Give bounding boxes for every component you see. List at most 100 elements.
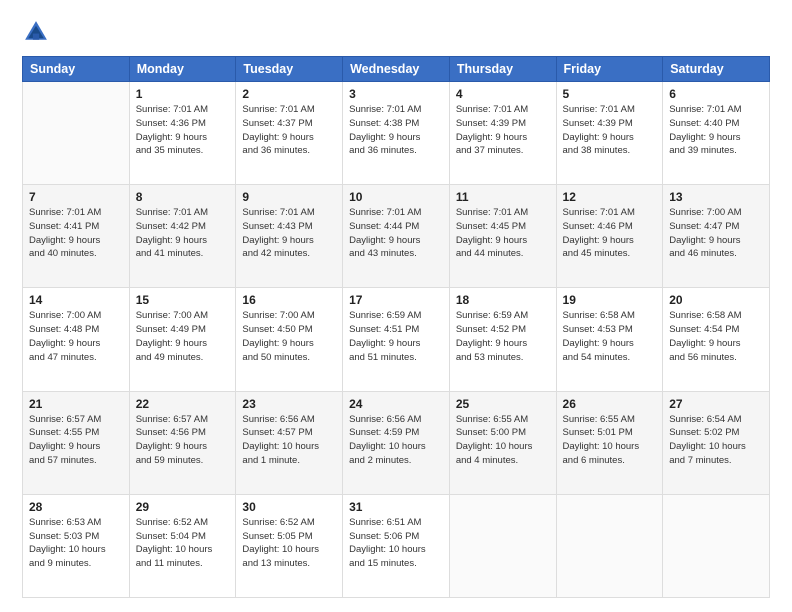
day-number: 2 [242, 87, 336, 101]
calendar-cell: 28 Sunrise: 6:53 AMSunset: 5:03 PMDayligh… [23, 494, 130, 597]
calendar-cell: 15 Sunrise: 7:00 AMSunset: 4:49 PMDayligh… [129, 288, 236, 391]
day-info: Sunrise: 6:56 AMSunset: 4:57 PMDaylight:… [242, 413, 336, 468]
day-number: 10 [349, 190, 443, 204]
weekday-header-sunday: Sunday [23, 57, 130, 82]
day-info: Sunrise: 6:57 AMSunset: 4:55 PMDaylight:… [29, 413, 123, 468]
calendar-cell: 19 Sunrise: 6:58 AMSunset: 4:53 PMDayligh… [556, 288, 663, 391]
calendar-week-4: 21 Sunrise: 6:57 AMSunset: 4:55 PMDayligh… [23, 391, 770, 494]
day-info: Sunrise: 6:51 AMSunset: 5:06 PMDaylight:… [349, 516, 443, 571]
calendar-cell: 22Sunrise: 6:57 AMSunset: 4:56 PMDayligh… [129, 391, 236, 494]
day-info: Sunrise: 7:01 AMSunset: 4:45 PMDaylight:… [456, 206, 550, 261]
day-info: Sunrise: 6:58 AMSunset: 4:54 PMDaylight:… [669, 309, 763, 364]
day-number: 30 [242, 500, 336, 514]
day-info: Sunrise: 7:01 AMSunset: 4:38 PMDaylight:… [349, 103, 443, 158]
day-number: 26 [563, 397, 657, 411]
day-info: Sunrise: 7:01 AMSunset: 4:42 PMDaylight:… [136, 206, 230, 261]
day-info: Sunrise: 6:59 AMSunset: 4:52 PMDaylight:… [456, 309, 550, 364]
day-info: Sunrise: 6:55 AMSunset: 5:00 PMDaylight:… [456, 413, 550, 468]
weekday-header-thursday: Thursday [449, 57, 556, 82]
calendar-table: SundayMondayTuesdayWednesdayThursdayFrid… [22, 56, 770, 598]
page: SundayMondayTuesdayWednesdayThursdayFrid… [0, 0, 792, 612]
day-number: 18 [456, 293, 550, 307]
day-number: 13 [669, 190, 763, 204]
day-info: Sunrise: 6:56 AMSunset: 4:59 PMDaylight:… [349, 413, 443, 468]
day-number: 15 [136, 293, 230, 307]
calendar-cell: 13Sunrise: 7:00 AMSunset: 4:47 PMDayligh… [663, 185, 770, 288]
day-info: Sunrise: 7:01 AMSunset: 4:40 PMDaylight:… [669, 103, 763, 158]
calendar-cell: 11 Sunrise: 7:01 AMSunset: 4:45 PMDayligh… [449, 185, 556, 288]
day-number: 19 [563, 293, 657, 307]
day-number: 23 [242, 397, 336, 411]
day-number: 28 [29, 500, 123, 514]
day-info: Sunrise: 7:01 AMSunset: 4:39 PMDaylight:… [563, 103, 657, 158]
day-info: Sunrise: 6:54 AMSunset: 5:02 PMDaylight:… [669, 413, 763, 468]
calendar-cell: 10 Sunrise: 7:01 AMSunset: 4:44 PMDayligh… [343, 185, 450, 288]
calendar-cell: 6 Sunrise: 7:01 AMSunset: 4:40 PMDaylight… [663, 82, 770, 185]
logo-icon [22, 18, 50, 46]
day-info: Sunrise: 7:01 AMSunset: 4:44 PMDaylight:… [349, 206, 443, 261]
day-number: 27 [669, 397, 763, 411]
day-number: 5 [563, 87, 657, 101]
day-number: 21 [29, 397, 123, 411]
day-number: 31 [349, 500, 443, 514]
calendar-cell: 1 Sunrise: 7:01 AMSunset: 4:36 PMDaylight… [129, 82, 236, 185]
calendar-cell: 12 Sunrise: 7:01 AMSunset: 4:46 PMDayligh… [556, 185, 663, 288]
calendar-week-2: 7 Sunrise: 7:01 AMSunset: 4:41 PMDaylight… [23, 185, 770, 288]
calendar-cell: 23 Sunrise: 6:56 AMSunset: 4:57 PMDayligh… [236, 391, 343, 494]
day-info: Sunrise: 7:01 AMSunset: 4:37 PMDaylight:… [242, 103, 336, 158]
day-number: 12 [563, 190, 657, 204]
day-number: 29 [136, 500, 230, 514]
calendar-cell [23, 82, 130, 185]
calendar-cell: 27 Sunrise: 6:54 AMSunset: 5:02 PMDayligh… [663, 391, 770, 494]
day-info: Sunrise: 7:01 AMSunset: 4:41 PMDaylight:… [29, 206, 123, 261]
calendar-cell: 18 Sunrise: 6:59 AMSunset: 4:52 PMDayligh… [449, 288, 556, 391]
day-number: 11 [456, 190, 550, 204]
day-number: 8 [136, 190, 230, 204]
calendar-cell: 29 Sunrise: 6:52 AMSunset: 5:04 PMDayligh… [129, 494, 236, 597]
calendar-week-5: 28 Sunrise: 6:53 AMSunset: 5:03 PMDayligh… [23, 494, 770, 597]
calendar-cell: 21 Sunrise: 6:57 AMSunset: 4:55 PMDayligh… [23, 391, 130, 494]
day-number: 6 [669, 87, 763, 101]
day-number: 9 [242, 190, 336, 204]
calendar-cell [449, 494, 556, 597]
weekday-header-saturday: Saturday [663, 57, 770, 82]
day-number: 1 [136, 87, 230, 101]
calendar-cell: 24 Sunrise: 6:56 AMSunset: 4:59 PMDayligh… [343, 391, 450, 494]
day-number: 20 [669, 293, 763, 307]
day-info: Sunrise: 6:59 AMSunset: 4:51 PMDaylight:… [349, 309, 443, 364]
header [22, 18, 770, 46]
day-info: Sunrise: 6:58 AMSunset: 4:53 PMDaylight:… [563, 309, 657, 364]
day-number: 22 [136, 397, 230, 411]
day-info: Sunrise: 7:01 AMSunset: 4:43 PMDaylight:… [242, 206, 336, 261]
day-info: Sunrise: 6:52 AMSunset: 5:05 PMDaylight:… [242, 516, 336, 571]
day-number: 16 [242, 293, 336, 307]
day-info: Sunrise: 7:00 AMSunset: 4:48 PMDaylight:… [29, 309, 123, 364]
day-number: 7 [29, 190, 123, 204]
day-info: Sunrise: 7:01 AMSunset: 4:46 PMDaylight:… [563, 206, 657, 261]
calendar-cell [556, 494, 663, 597]
calendar-cell: 7 Sunrise: 7:01 AMSunset: 4:41 PMDaylight… [23, 185, 130, 288]
day-info: Sunrise: 7:01 AMSunset: 4:39 PMDaylight:… [456, 103, 550, 158]
calendar-cell: 2 Sunrise: 7:01 AMSunset: 4:37 PMDaylight… [236, 82, 343, 185]
day-info: Sunrise: 6:52 AMSunset: 5:04 PMDaylight:… [136, 516, 230, 571]
calendar-week-3: 14Sunrise: 7:00 AMSunset: 4:48 PMDayligh… [23, 288, 770, 391]
weekday-header-monday: Monday [129, 57, 236, 82]
day-info: Sunrise: 7:00 AMSunset: 4:49 PMDaylight:… [136, 309, 230, 364]
calendar-cell: 9 Sunrise: 7:01 AMSunset: 4:43 PMDaylight… [236, 185, 343, 288]
day-info: Sunrise: 6:55 AMSunset: 5:01 PMDaylight:… [563, 413, 657, 468]
day-info: Sunrise: 7:01 AMSunset: 4:36 PMDaylight:… [136, 103, 230, 158]
day-number: 17 [349, 293, 443, 307]
day-number: 4 [456, 87, 550, 101]
calendar-cell [663, 494, 770, 597]
day-number: 3 [349, 87, 443, 101]
calendar-week-1: 1 Sunrise: 7:01 AMSunset: 4:36 PMDaylight… [23, 82, 770, 185]
day-info: Sunrise: 6:53 AMSunset: 5:03 PMDaylight:… [29, 516, 123, 571]
calendar-cell: 20 Sunrise: 6:58 AMSunset: 4:54 PMDayligh… [663, 288, 770, 391]
calendar-cell: 25Sunrise: 6:55 AMSunset: 5:00 PMDayligh… [449, 391, 556, 494]
weekday-header-friday: Friday [556, 57, 663, 82]
day-info: Sunrise: 7:00 AMSunset: 4:50 PMDaylight:… [242, 309, 336, 364]
calendar-cell: 17 Sunrise: 6:59 AMSunset: 4:51 PMDayligh… [343, 288, 450, 391]
day-number: 24 [349, 397, 443, 411]
weekday-header-wednesday: Wednesday [343, 57, 450, 82]
calendar-cell: 16 Sunrise: 7:00 AMSunset: 4:50 PMDayligh… [236, 288, 343, 391]
